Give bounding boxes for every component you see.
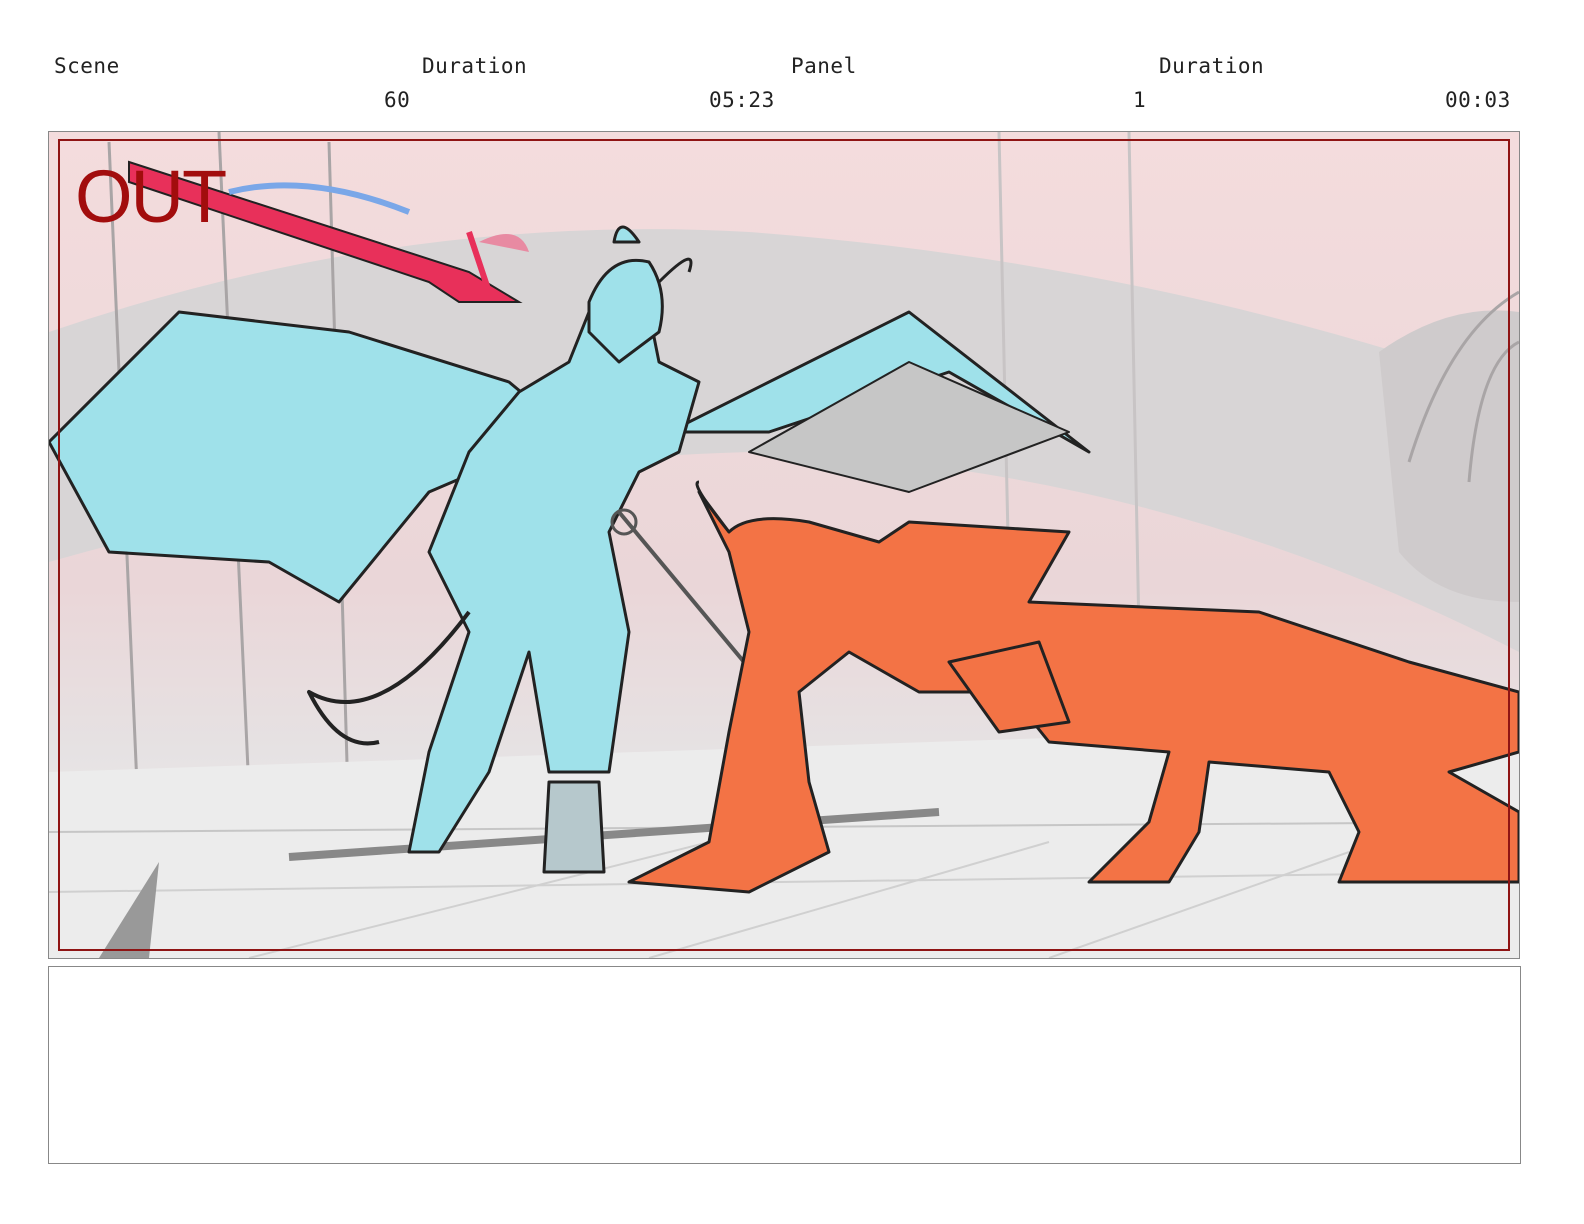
scene-duration-label: Duration bbox=[422, 54, 528, 78]
out-overlay-label: OUT bbox=[75, 155, 227, 238]
scene-label: Scene bbox=[54, 54, 120, 78]
panel-number: 1 bbox=[1133, 88, 1147, 112]
panel-label: Panel bbox=[791, 54, 857, 78]
storyboard-panel: OUT bbox=[48, 131, 1520, 959]
scene-duration-value: 05:23 bbox=[709, 88, 775, 112]
panel-drawing bbox=[49, 132, 1519, 958]
panel-duration-value: 00:03 bbox=[1445, 88, 1511, 112]
scene-number: 60 bbox=[384, 88, 411, 112]
panel-duration-label: Duration bbox=[1159, 54, 1265, 78]
panel-notes-box[interactable] bbox=[48, 966, 1521, 1164]
